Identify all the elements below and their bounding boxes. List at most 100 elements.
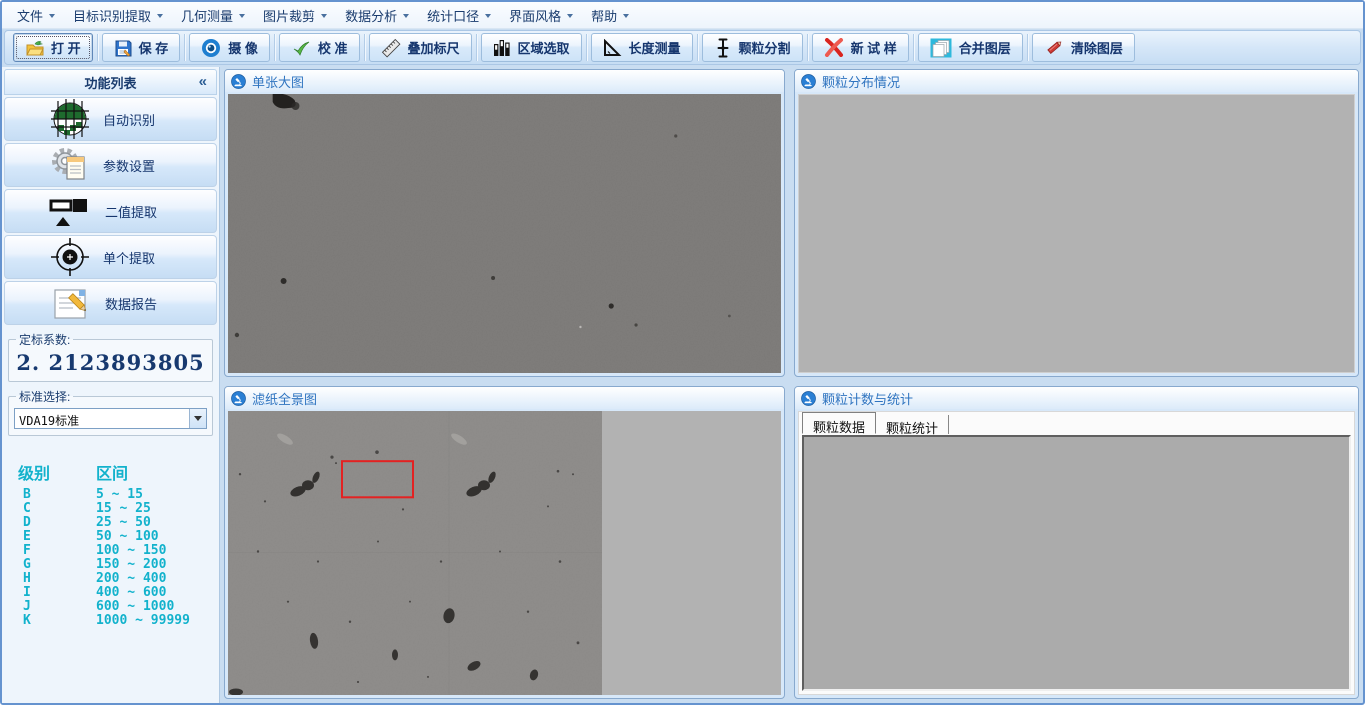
clear-layers-button[interactable]: 清除图层 [1032,33,1135,62]
chevron-down-icon [485,14,491,18]
toolbar-separator [586,34,587,61]
standard-select[interactable]: VDA19标准 [14,408,207,429]
table-row: F100 ~ 150 [18,544,217,558]
panel-grid: 单张大图 [220,67,1363,703]
new-sample-icon [824,38,844,57]
level-table-header: 级别 区间 [18,460,217,484]
data-report-button[interactable]: 数据报告 [4,281,217,325]
particle-statistics-panel-header: 颗粒计数与统计 [795,387,1358,409]
filter-panorama-panel-header: 滤纸全景图 [225,387,784,409]
single-image-canvas [228,94,781,373]
single-image-panel: 单张大图 [224,69,785,377]
collapse-sidebar-icon[interactable]: « [199,73,207,90]
calibration-groupbox: 定标系数: 2. 2123893805 [8,331,213,382]
filter-panorama-canvas [228,411,602,695]
particle-split-button[interactable]: 颗粒分割 [702,33,803,62]
microscope-icon [801,391,816,406]
merge-layers-icon [930,38,952,58]
content-area: 功能列表 « 自动识别 [2,67,1363,703]
calibrate-check-icon [291,39,311,57]
menu-data-analysis[interactable]: 数据分析 [336,2,418,29]
auto-recognize-button[interactable]: 自动识别 [4,97,217,141]
particle-distribution-canvas[interactable] [798,94,1355,373]
filter-panorama-viewer[interactable] [228,411,781,695]
toolbar-container: 打 开 保 存 [2,29,1363,67]
combo-dropdown-button[interactable] [189,409,206,428]
toolbar-separator [476,34,477,61]
function-sidebar: 功能列表 « 自动识别 [2,67,220,703]
microscope-icon [231,391,246,406]
chevron-down-icon [49,14,55,18]
binary-extract-button[interactable]: 二值提取 [4,189,217,233]
single-extract-button[interactable]: 单个提取 [4,235,217,279]
range-column-header: 区间 [96,460,128,484]
chevron-down-icon [157,14,163,18]
save-button[interactable]: 保 存 [102,33,181,62]
toolbar-separator [807,34,808,61]
menu-ui-style[interactable]: 界面风格 [500,2,582,29]
single-image-panel-header: 单张大图 [225,70,784,92]
menu-image-crop[interactable]: 图片裁剪 [254,2,336,29]
overlay-ruler-button[interactable]: 叠加标尺 [369,33,472,62]
chevron-down-icon [403,14,409,18]
toolbar-separator [1027,34,1028,61]
panel-title: 单张大图 [252,72,304,91]
new-sample-button[interactable]: 新 试 样 [812,33,909,62]
calibrate-button[interactable]: 校 准 [279,33,360,62]
microscope-icon [231,74,246,89]
chevron-down-icon [321,14,327,18]
open-folder-icon [25,39,44,57]
panel-title: 颗粒分布情况 [822,72,900,91]
table-row: C15 ~ 25 [18,502,217,516]
calibration-value: 2. 2123893805 [11,349,210,378]
camera-button[interactable]: 摄 像 [189,33,270,62]
table-row: H200 ~ 400 [18,572,217,586]
sidebar-title: 功能列表 [84,73,136,92]
parameter-settings-button[interactable]: 参数设置 [4,143,217,187]
particle-statistics-panel: 颗粒计数与统计 颗粒数据 颗粒统计 [794,386,1359,699]
sidebar-header: 功能列表 « [4,69,217,95]
single-image-viewer[interactable] [228,94,781,373]
single-extract-icon [49,236,91,278]
chevron-down-icon [194,416,202,421]
panel-title: 颗粒计数与统计 [822,389,913,408]
table-row: E50 ~ 100 [18,530,217,544]
data-report-icon [49,284,93,322]
merge-layers-button[interactable]: 合并图层 [918,33,1023,62]
level-range-table: 级别 区间 B5 ~ 15 C15 ~ 25 D25 ~ 50 E50 ~ 10… [4,460,217,628]
standard-groupbox: 标准选择: VDA19标准 [8,388,213,436]
statistics-tabstrip: 颗粒数据 颗粒统计 [799,412,1354,434]
tab-particle-statistics[interactable]: 颗粒统计 [876,415,949,434]
panel-title: 滤纸全景图 [252,389,317,408]
table-row: D25 ~ 50 [18,516,217,530]
particle-data-grid[interactable] [802,435,1351,691]
particle-distribution-panel: 颗粒分布情况 [794,69,1359,377]
table-row: K1000 ~ 99999 [18,614,217,628]
toolbar-separator [364,34,365,61]
open-button[interactable]: 打 开 [13,33,93,62]
menu-geometry-measure[interactable]: 几何测量 [172,2,254,29]
particle-distribution-panel-header: 颗粒分布情况 [795,70,1358,92]
save-floppy-icon [114,39,132,57]
toolbar-separator [697,34,698,61]
tab-particle-data[interactable]: 颗粒数据 [802,412,876,434]
toolbar-separator [184,34,185,61]
particle-split-icon [714,38,732,58]
length-measure-button[interactable]: 长度测量 [591,33,693,62]
menu-target-recognition[interactable]: 目标识别提取 [64,2,172,29]
camera-icon [201,38,221,58]
toolbar-separator [913,34,914,61]
menu-help[interactable]: 帮助 [582,2,638,29]
menu-statistics-caliber[interactable]: 统计口径 [418,2,500,29]
chevron-down-icon [239,14,245,18]
table-row: G150 ~ 200 [18,558,217,572]
table-row: I400 ~ 600 [18,586,217,600]
auto-recognize-icon [49,99,91,139]
chevron-down-icon [567,14,573,18]
filter-panorama-panel: 滤纸全景图 [224,386,785,699]
region-select-button[interactable]: 区域选取 [481,33,582,62]
parameter-settings-icon [49,145,91,185]
microscope-icon [801,74,816,89]
menu-file[interactable]: 文件 [8,2,64,29]
toolbar: 打 开 保 存 [4,30,1361,65]
